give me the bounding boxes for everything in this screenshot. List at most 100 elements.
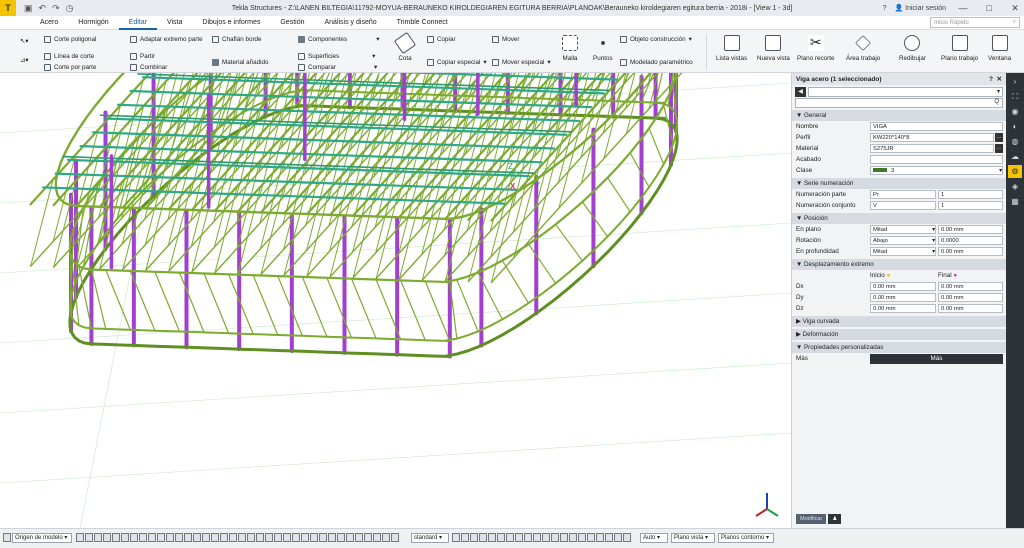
dy-start-field[interactable]: 0.00 mm bbox=[870, 293, 936, 302]
close-button[interactable]: ✕ bbox=[1006, 3, 1024, 14]
snap-option-icon[interactable] bbox=[274, 533, 282, 542]
history-icon[interactable]: ◷ bbox=[66, 3, 74, 14]
snap-option-icon[interactable] bbox=[319, 533, 327, 542]
select-arrow-icon[interactable]: ↖▾ bbox=[20, 38, 28, 45]
snap-option-icon[interactable] bbox=[157, 533, 165, 542]
section-deformacion[interactable]: ▶ Deformación bbox=[792, 329, 1006, 340]
plano-vista-select[interactable]: Plano vista ▾ bbox=[671, 533, 715, 543]
view-option-icon[interactable] bbox=[497, 533, 505, 542]
en-plano-select[interactable]: Mitad ▾ bbox=[870, 225, 936, 234]
snap-option-icon[interactable] bbox=[103, 533, 111, 542]
eye-icon[interactable]: ◉ bbox=[1008, 105, 1022, 118]
section-propiedades[interactable]: ▼ Propiedades personalizadas bbox=[792, 342, 1006, 353]
tab-trimble[interactable]: Trimble Connect bbox=[387, 16, 458, 30]
snap-option-icon[interactable] bbox=[166, 533, 174, 542]
cube-icon[interactable]: ◈ bbox=[1008, 180, 1022, 193]
snap-option-icon[interactable] bbox=[202, 533, 210, 542]
view-option-icon[interactable] bbox=[578, 533, 586, 542]
view-option-icon[interactable] bbox=[542, 533, 550, 542]
snap-option-icon[interactable] bbox=[391, 533, 399, 542]
snap-option-icon[interactable] bbox=[452, 533, 460, 542]
snap-option-icon[interactable] bbox=[148, 533, 156, 542]
snap-option-icon[interactable] bbox=[175, 533, 183, 542]
view-option-icon[interactable] bbox=[560, 533, 568, 542]
num-conj-field[interactable]: 1 bbox=[938, 201, 1003, 210]
num-parte-prefix-field[interactable]: Pr bbox=[870, 190, 936, 199]
snap-option-icon[interactable] bbox=[184, 533, 192, 542]
copiar-especial-button[interactable]: Copiar especial ▾ bbox=[427, 59, 487, 66]
view-option-icon[interactable] bbox=[551, 533, 559, 542]
quick-search-input[interactable]: Inicio Rápido ⌕ bbox=[930, 17, 1020, 28]
clase-select[interactable]: 3 ▾ bbox=[870, 166, 1003, 175]
save-icon[interactable]: ▣ bbox=[24, 3, 33, 14]
snap-option-icon[interactable] bbox=[265, 533, 273, 542]
copiar-button[interactable]: Copiar bbox=[427, 36, 456, 43]
tab-hormigon[interactable]: Hormigón bbox=[68, 16, 118, 30]
snap-option-icon[interactable] bbox=[292, 533, 300, 542]
num-conj-prefix-field[interactable]: V bbox=[870, 201, 936, 210]
snap-option-icon[interactable] bbox=[211, 533, 219, 542]
profundidad-select[interactable]: Mitad ▾ bbox=[870, 247, 936, 256]
combinar-button[interactable]: Combinar bbox=[130, 64, 167, 71]
tab-editar[interactable]: Editar bbox=[118, 16, 157, 30]
view-option-icon[interactable] bbox=[587, 533, 595, 542]
mover-button[interactable]: Mover bbox=[492, 36, 520, 43]
corte-parte-button[interactable]: Corte por parte bbox=[44, 64, 96, 71]
snap-icon[interactable]: ⊿▾ bbox=[20, 57, 28, 64]
back-arrow-icon[interactable]: ◀ bbox=[795, 86, 806, 97]
view-option-icon[interactable] bbox=[596, 533, 604, 542]
snap-option-icon[interactable] bbox=[283, 533, 291, 542]
comparar-button[interactable]: Comparar ▾ bbox=[298, 64, 377, 71]
malla-button[interactable]: Malla bbox=[562, 35, 578, 62]
plano-recorte-button[interactable]: ✂ Plano recorte bbox=[797, 35, 834, 62]
view-option-icon[interactable] bbox=[524, 533, 532, 542]
chaflan-button[interactable]: Chaflán borde bbox=[212, 36, 262, 43]
num-parte-field[interactable]: 1 bbox=[938, 190, 1003, 199]
tab-acero[interactable]: Acero bbox=[30, 16, 68, 30]
snap-option-icon[interactable] bbox=[301, 533, 309, 542]
acabado-field[interactable] bbox=[870, 155, 1003, 164]
collapse-arrow-icon[interactable]: › bbox=[1008, 75, 1022, 88]
snap-option-icon[interactable] bbox=[346, 533, 354, 542]
en-plano-offset-field[interactable]: 0.00 mm bbox=[938, 225, 1003, 234]
standard-select[interactable]: standard ▾ bbox=[411, 533, 449, 543]
section-posicion[interactable]: ▼ Posición bbox=[792, 213, 1006, 224]
componentes-button[interactable]: Componentes ▾ bbox=[298, 36, 379, 43]
lista-vistas-button[interactable]: Lista vistas bbox=[716, 35, 747, 62]
view-option-icon[interactable] bbox=[614, 533, 622, 542]
snap-option-icon[interactable] bbox=[94, 533, 102, 542]
object-type-select[interactable]: ▾ bbox=[808, 86, 1003, 97]
perfil-field[interactable]: KW220*140*8 bbox=[870, 133, 994, 142]
apps-icon[interactable]: ▦ bbox=[1008, 195, 1022, 208]
material-button[interactable]: Material añadido bbox=[212, 59, 269, 66]
adaptar-button[interactable]: Adaptar extremo parte bbox=[130, 36, 203, 43]
partir-button[interactable]: Partir bbox=[130, 53, 155, 60]
snap-option-icon[interactable] bbox=[76, 533, 84, 542]
tab-dibujos[interactable]: Dibujos e informes bbox=[192, 16, 270, 30]
snap-option-icon[interactable] bbox=[121, 533, 129, 542]
view-option-icon[interactable] bbox=[470, 533, 478, 542]
rotacion-angle-field[interactable]: 0.0000 bbox=[938, 236, 1003, 245]
nombre-field[interactable]: VIGA bbox=[870, 122, 1003, 131]
linea-corte-button[interactable]: Línea de corte bbox=[44, 53, 94, 60]
profundidad-offset-field[interactable]: 0.00 mm bbox=[938, 247, 1003, 256]
mas-button[interactable]: Más bbox=[870, 353, 1003, 364]
help-button[interactable]: ? bbox=[883, 5, 887, 12]
planos-contorno-select[interactable]: Planos contorno ▾ bbox=[718, 533, 774, 543]
puntos-button[interactable]: Puntos bbox=[593, 35, 613, 62]
snap-option-icon[interactable] bbox=[364, 533, 372, 542]
comparar-dropdown-icon[interactable]: ▾ bbox=[374, 64, 377, 71]
snap-option-icon[interactable] bbox=[193, 533, 201, 542]
panel-search-input[interactable]: Q bbox=[795, 98, 1003, 108]
cloud-icon[interactable]: ☁ bbox=[1008, 150, 1022, 163]
maximize-button[interactable]: □ bbox=[980, 3, 998, 13]
magnet-icon[interactable]: ◐ bbox=[1008, 120, 1022, 133]
minimize-button[interactable]: — bbox=[954, 3, 972, 13]
view-option-icon[interactable] bbox=[488, 533, 496, 542]
dy-end-field[interactable]: 0.00 mm bbox=[938, 293, 1003, 302]
dz-start-field[interactable]: 0.00 mm bbox=[870, 304, 936, 313]
section-serie[interactable]: ▼ Serie numeración bbox=[792, 178, 1006, 189]
modificar-button[interactable]: Modificar bbox=[796, 514, 827, 524]
objeto-button[interactable]: Objeto construcción ▾ bbox=[620, 36, 692, 43]
save-status-icon[interactable] bbox=[3, 533, 11, 542]
